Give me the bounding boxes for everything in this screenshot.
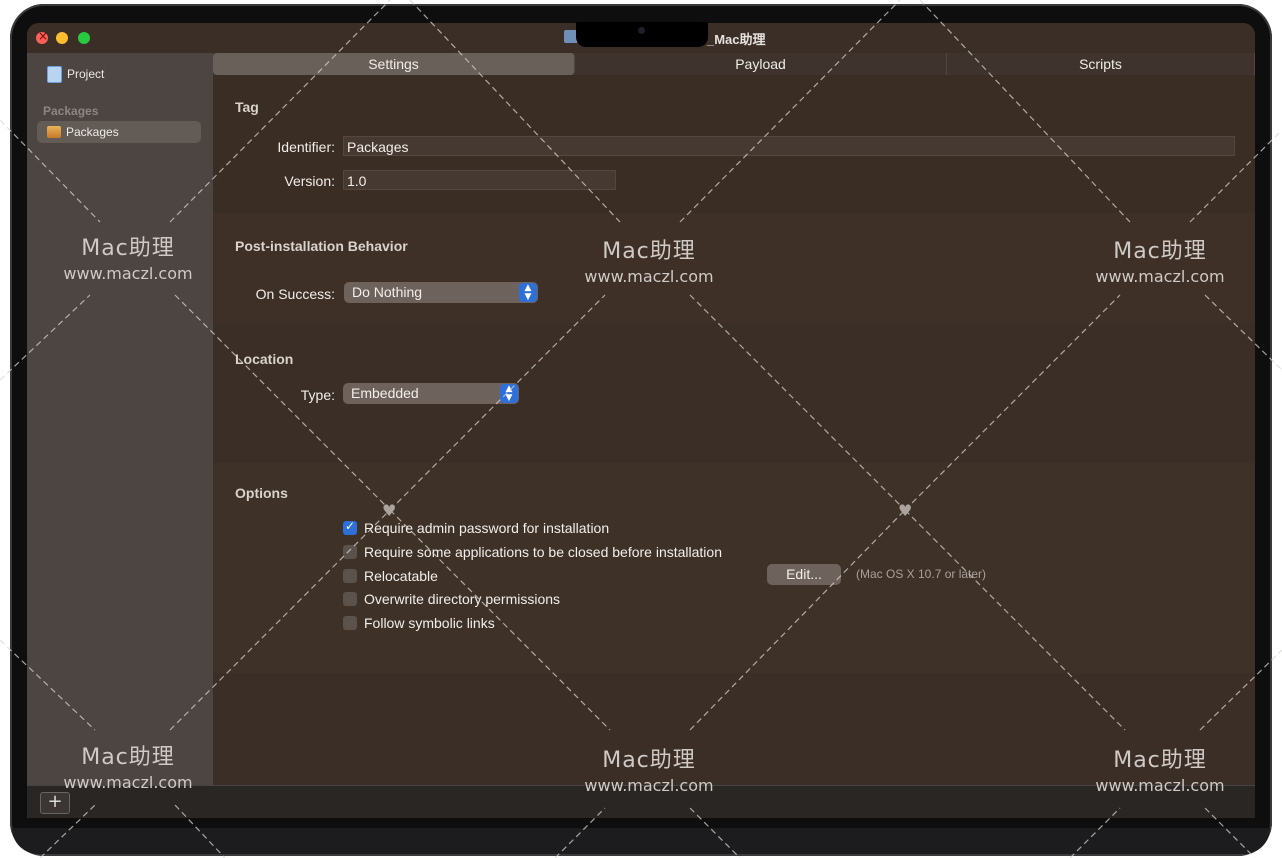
add-button[interactable]: + xyxy=(40,792,70,814)
sidebar-item-label: Packages xyxy=(66,125,119,139)
on-success-popup[interactable]: Do Nothing ▲ ▼ xyxy=(344,282,538,303)
tab-bar: Settings Payload Scripts xyxy=(213,53,1255,75)
location-section: Location Type: Embedded ▲ ▼ xyxy=(213,323,1255,463)
version-label: Version: xyxy=(284,173,335,189)
sidebar-item-label: Project xyxy=(67,67,105,81)
option-label: Follow symbolic links xyxy=(364,615,495,631)
option-label: Require some applications to be closed b… xyxy=(364,544,722,560)
edit-note: (Mac OS X 10.7 or later) xyxy=(856,567,987,581)
package-icon xyxy=(47,126,61,138)
option-label: Require admin password for installation xyxy=(364,520,610,536)
post-installation-section: Post-installation Behavior On Success: D… xyxy=(213,213,1255,323)
section-title-post-installation: Post-installation Behavior xyxy=(235,238,408,254)
app-window: _Mac助理 Project Packages Packages Setting… xyxy=(27,23,1255,818)
laptop-chin xyxy=(12,828,1270,854)
close-window-button[interactable] xyxy=(36,29,48,44)
location-type-popup[interactable]: Embedded ▲ ▼ xyxy=(343,383,519,404)
option-overwrite-permissions[interactable]: Overwrite directory permissions xyxy=(343,590,560,608)
option-require-apps-closed[interactable]: Require some applications to be closed b… xyxy=(343,543,722,561)
window-title: _Mac助理 xyxy=(707,32,766,47)
identifier-field[interactable]: Packages xyxy=(343,136,1235,156)
on-success-label: On Success: xyxy=(255,286,335,302)
checkbox-checked[interactable] xyxy=(343,519,357,535)
sidebar: Project Packages Packages xyxy=(27,53,213,785)
section-title-options: Options xyxy=(235,485,288,501)
options-section: Options Require admin password for insta… xyxy=(213,463,1255,673)
on-success-value: Do Nothing xyxy=(352,284,423,300)
section-title-location: Location xyxy=(235,351,294,367)
sidebar-section-header: Packages xyxy=(43,104,99,118)
minimize-window-button[interactable] xyxy=(56,32,68,44)
version-field[interactable]: 1.0 xyxy=(343,170,616,190)
edit-button[interactable]: Edit... xyxy=(767,564,841,585)
camera-icon xyxy=(638,27,645,34)
bottom-bar: + xyxy=(27,785,1255,818)
tab-payload[interactable]: Payload xyxy=(575,53,947,75)
heart-icon: ♥ xyxy=(898,501,913,520)
maximize-window-button[interactable] xyxy=(78,32,90,44)
tab-settings[interactable]: Settings xyxy=(213,53,575,75)
tag-section: Tag Identifier: Packages Version: 1.0 xyxy=(213,75,1255,213)
tab-scripts[interactable]: Scripts xyxy=(947,53,1255,75)
option-follow-symlinks[interactable]: Follow symbolic links xyxy=(343,614,495,632)
option-relocatable[interactable]: Relocatable xyxy=(343,567,438,585)
location-type-value: Embedded xyxy=(351,385,419,401)
type-label: Type: xyxy=(300,387,335,403)
identifier-label: Identifier: xyxy=(277,139,335,155)
sidebar-item-project[interactable]: Project xyxy=(47,65,104,83)
empty-area xyxy=(213,673,1255,785)
option-label: Overwrite directory permissions xyxy=(364,591,561,607)
option-require-admin[interactable]: Require admin password for installation xyxy=(343,519,609,537)
checkbox[interactable] xyxy=(343,545,357,559)
heart-icon: ♥ xyxy=(382,501,397,520)
option-label: Relocatable xyxy=(364,568,438,584)
checkbox[interactable] xyxy=(343,592,357,606)
camera-notch xyxy=(576,22,708,47)
project-icon xyxy=(47,65,62,83)
chevron-updown-icon: ▲ ▼ xyxy=(500,384,518,403)
sidebar-item-packages[interactable]: Packages xyxy=(37,121,201,143)
checkbox[interactable] xyxy=(343,569,357,583)
chevron-updown-icon: ▲ ▼ xyxy=(519,283,537,302)
checkbox[interactable] xyxy=(343,616,357,630)
section-title-tag: Tag xyxy=(235,99,259,115)
